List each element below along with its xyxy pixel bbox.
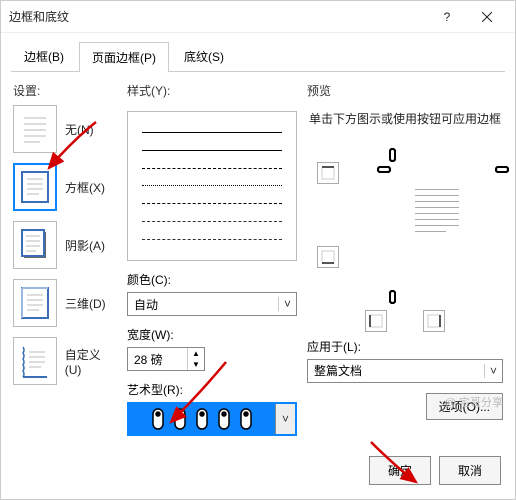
preview-hint: 单击下方图示或使用按钮可应用边框 bbox=[307, 111, 503, 128]
close-button[interactable] bbox=[467, 1, 507, 33]
window-title: 边框和底纹 bbox=[9, 8, 427, 25]
art-combo[interactable]: ˅ bbox=[127, 402, 297, 436]
settings-panel: 设置: 无(N) 方框(X) 阴影(A) 三维(D) bbox=[13, 82, 117, 436]
border-left-toggle[interactable] bbox=[365, 310, 387, 332]
cancel-button[interactable]: 取消 bbox=[439, 456, 501, 485]
setting-3d[interactable]: 三维(D) bbox=[13, 279, 117, 327]
ok-button[interactable]: 确定 bbox=[369, 456, 431, 485]
dialog-window: 边框和底纹 ? 边框(B) 页面边框(P) 底纹(S) 设置: 无(N) 方框(… bbox=[0, 0, 516, 500]
color-value: 自动 bbox=[128, 296, 278, 313]
applied-combo[interactable]: 整篇文档 ˅ bbox=[307, 359, 503, 383]
border-top-toggle[interactable] bbox=[317, 162, 339, 184]
setting-shadow-label: 阴影(A) bbox=[65, 237, 105, 254]
setting-none[interactable]: 无(N) bbox=[13, 105, 117, 153]
chevron-down-icon: ˅ bbox=[275, 404, 295, 434]
setting-shadow[interactable]: 阴影(A) bbox=[13, 221, 117, 269]
settings-label: 设置: bbox=[13, 82, 117, 99]
style-listbox[interactable] bbox=[127, 111, 297, 261]
width-label: 宽度(W): bbox=[127, 326, 297, 343]
chevron-down-icon: ˅ bbox=[484, 364, 502, 378]
tab-strip: 边框(B) 页面边框(P) 底纹(S) bbox=[1, 33, 515, 71]
preview-area bbox=[307, 136, 503, 306]
tab-page-border[interactable]: 页面边框(P) bbox=[79, 42, 169, 72]
style-label: 样式(Y): bbox=[127, 82, 297, 99]
setting-custom-label: 自定义(U) bbox=[65, 346, 117, 377]
width-value: 28 磅 bbox=[128, 351, 187, 368]
width-spinner[interactable]: 28 磅 ▲▼ bbox=[127, 347, 205, 371]
applied-value: 整篇文档 bbox=[308, 362, 484, 379]
chevron-down-icon: ˅ bbox=[278, 297, 296, 311]
color-label: 颜色(C): bbox=[127, 271, 297, 288]
spin-down[interactable]: ▼ bbox=[188, 359, 204, 370]
close-icon bbox=[482, 12, 492, 22]
help-button[interactable]: ? bbox=[427, 1, 467, 33]
preview-panel: 预览 单击下方图示或使用按钮可应用边框 应用于(L): bbox=[307, 82, 503, 436]
setting-none-label: 无(N) bbox=[65, 121, 94, 138]
dialog-footer: 确定 取消 bbox=[1, 446, 515, 499]
tab-shading[interactable]: 底纹(S) bbox=[171, 41, 237, 71]
watermark: @ 宅哥分享 bbox=[445, 394, 503, 410]
setting-custom[interactable]: 自定义(U) bbox=[13, 337, 117, 385]
border-right-toggle[interactable] bbox=[423, 310, 445, 332]
setting-box-label: 方框(X) bbox=[65, 179, 105, 196]
style-panel: 样式(Y): 颜色(C): 自动 ˅ 宽度(W): 28 磅 ▲▼ 艺术型(R bbox=[127, 82, 297, 436]
spin-up[interactable]: ▲ bbox=[188, 348, 204, 359]
tab-border[interactable]: 边框(B) bbox=[11, 41, 77, 71]
art-preview bbox=[129, 404, 275, 434]
color-combo[interactable]: 自动 ˅ bbox=[127, 292, 297, 316]
titlebar: 边框和底纹 ? bbox=[1, 1, 515, 33]
border-bottom-toggle[interactable] bbox=[317, 246, 339, 268]
art-label: 艺术型(R): bbox=[127, 381, 297, 398]
preview-label: 预览 bbox=[307, 82, 503, 99]
applied-label: 应用于(L): bbox=[307, 338, 503, 355]
setting-3d-label: 三维(D) bbox=[65, 295, 106, 312]
preview-page[interactable] bbox=[371, 144, 501, 294]
setting-box[interactable]: 方框(X) bbox=[13, 163, 117, 211]
